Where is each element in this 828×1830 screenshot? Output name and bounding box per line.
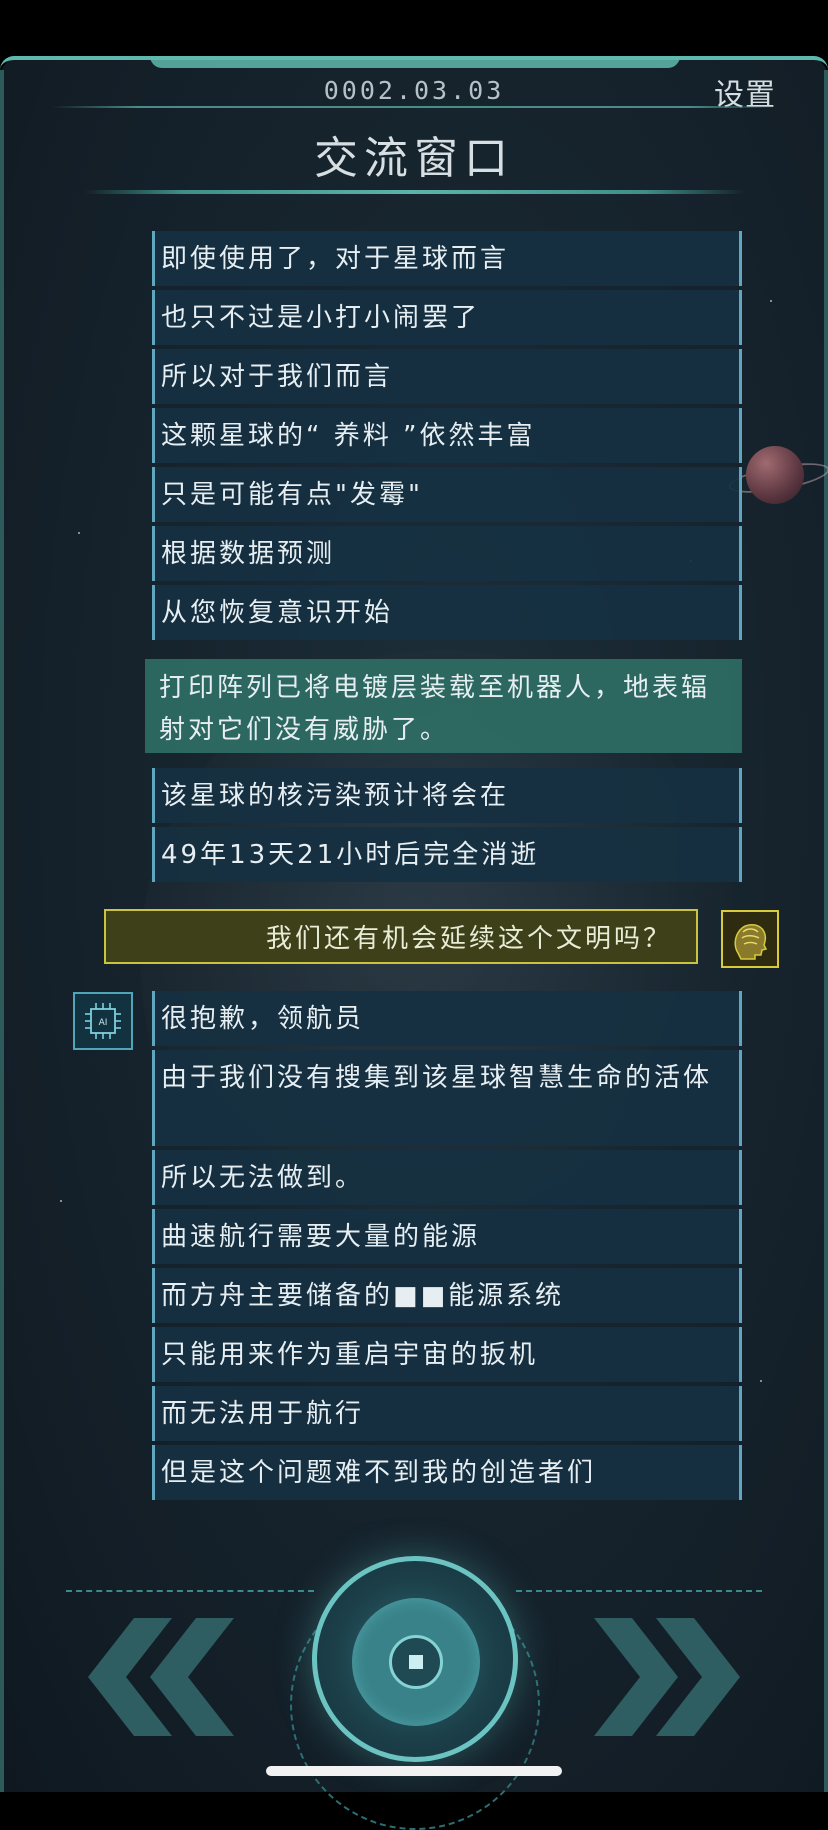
user-message: 我们还有机会延续这个文明吗？ xyxy=(104,909,698,964)
ai-message: 由于我们没有搜集到该星球智慧生命的活体 xyxy=(152,1050,742,1146)
status-bar xyxy=(0,0,828,58)
ai-message: 该星球的核污染预计将会在 xyxy=(152,768,742,823)
frame-left-border xyxy=(0,70,4,1792)
brain-head-icon xyxy=(734,924,768,960)
ai-chip-label: AI xyxy=(99,1018,108,1028)
user-message-text: 我们还有机会延续这个文明吗？ xyxy=(265,924,672,954)
frame-top-tab xyxy=(150,56,680,68)
ai-message: 曲速航行需要大量的能源 xyxy=(152,1209,742,1264)
user-avatar xyxy=(721,910,779,968)
control-divider-right xyxy=(516,1590,762,1592)
ai-message: 也只不过是小打小闹罢了 xyxy=(152,290,742,345)
system-highlight-message: 打印阵列已将电镀层装载至机器人，地表辐射对它们没有威胁了。 xyxy=(145,659,742,753)
ai-avatar: AI xyxy=(73,992,133,1050)
frame-right-border xyxy=(824,70,828,1792)
home-indicator[interactable] xyxy=(266,1766,562,1776)
ai-message: 从您恢复意识开始 xyxy=(152,585,742,640)
ai-message: 根据数据预测 xyxy=(152,526,742,581)
back-arrows-icon[interactable] xyxy=(76,1618,246,1736)
game-date: 0002.03.03 xyxy=(323,76,505,105)
header-divider xyxy=(52,106,776,108)
ai-message: 即使使用了，对于星球而言 xyxy=(152,231,742,286)
ai-message: 只能用来作为重启宇宙的扳机 xyxy=(152,1327,742,1382)
control-divider-left xyxy=(66,1590,314,1592)
ai-message: 只是可能有点"发霉" xyxy=(152,467,742,522)
ai-message: 所以对于我们而言 xyxy=(152,349,742,404)
ai-message: 而方舟主要储备的■■能源系统 xyxy=(152,1268,742,1323)
ai-message: 而无法用于航行 xyxy=(152,1386,742,1441)
page-title: 交流窗口 xyxy=(314,133,514,184)
ai-message: 所以无法做到。 xyxy=(152,1150,742,1205)
ai-message: 但是这个问题难不到我的创造者们 xyxy=(152,1445,742,1500)
ai-chip-icon: AI xyxy=(85,1003,121,1039)
star xyxy=(78,532,80,534)
forward-arrows-icon[interactable] xyxy=(582,1618,752,1736)
center-button-icon[interactable] xyxy=(389,1635,443,1689)
ai-message: 很抱歉，领航员 xyxy=(152,991,742,1046)
star xyxy=(760,1380,762,1382)
small-planet xyxy=(746,446,804,504)
star xyxy=(770,300,772,302)
ai-message: 这颗星球的“ 养料 ”依然丰富 xyxy=(152,408,742,463)
ai-message: 49年13天21小时后完全消逝 xyxy=(152,827,742,882)
title-divider xyxy=(84,190,744,194)
star xyxy=(60,1200,62,1202)
